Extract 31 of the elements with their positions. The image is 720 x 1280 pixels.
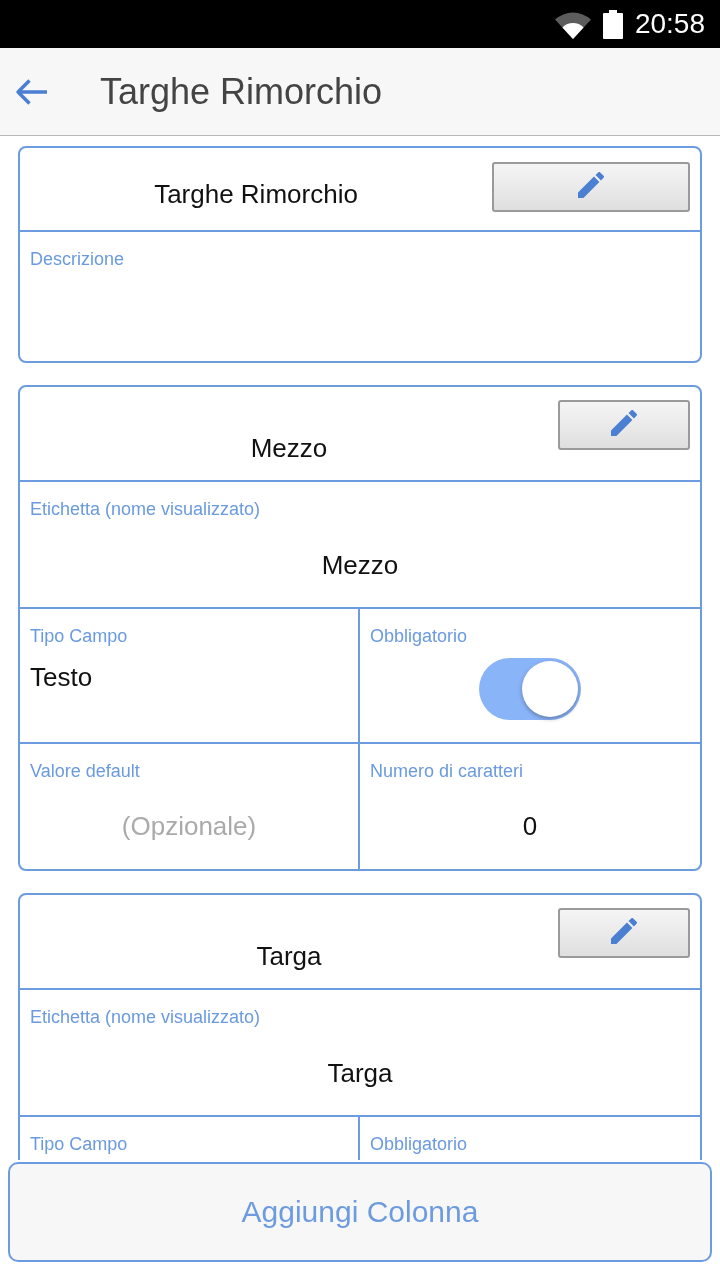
field-value: Testo: [29, 662, 94, 692]
pencil-icon: [578, 172, 604, 198]
toggle-switch[interactable]: [479, 658, 581, 720]
field-value: 0: [521, 811, 539, 841]
description-field[interactable]: Descrizione: [20, 230, 700, 361]
field-caption: Etichetta (nome visualizzato): [29, 1006, 262, 1027]
edit-button[interactable]: [558, 908, 690, 958]
edit-button[interactable]: [558, 400, 690, 450]
battery-icon: [602, 9, 623, 39]
pencil-icon: [611, 918, 637, 944]
field-caption: Tipo Campo: [29, 625, 129, 646]
column-name: Mezzo: [249, 433, 329, 465]
back-arrow-icon: [14, 76, 48, 107]
screen-title: Targhe Rimorchio: [100, 69, 383, 114]
status-time: 20:58: [634, 8, 705, 40]
default-value-field[interactable]: (Opzionale): [89, 809, 289, 843]
column-name: Targa: [255, 941, 323, 973]
back-button[interactable]: [14, 76, 48, 107]
pencil-icon: [611, 410, 637, 436]
table-name: Targhe Rimorchio: [153, 179, 359, 209]
field-value: Mezzo: [320, 550, 400, 580]
field-value: Targa: [326, 1058, 394, 1088]
field-caption: Tipo Campo: [29, 1133, 129, 1154]
field-caption: Valore default: [29, 760, 141, 781]
edit-button[interactable]: [492, 162, 690, 212]
add-column-button[interactable]: Aggiungi Colonna: [8, 1162, 712, 1262]
field-caption: Numero di caratteri: [369, 760, 525, 781]
field-caption: Etichetta (nome visualizzato): [29, 498, 262, 519]
wifi-icon: [554, 11, 591, 39]
field-caption: Obbligatorio: [369, 625, 469, 646]
field-caption: Obbligatorio: [369, 1133, 469, 1154]
